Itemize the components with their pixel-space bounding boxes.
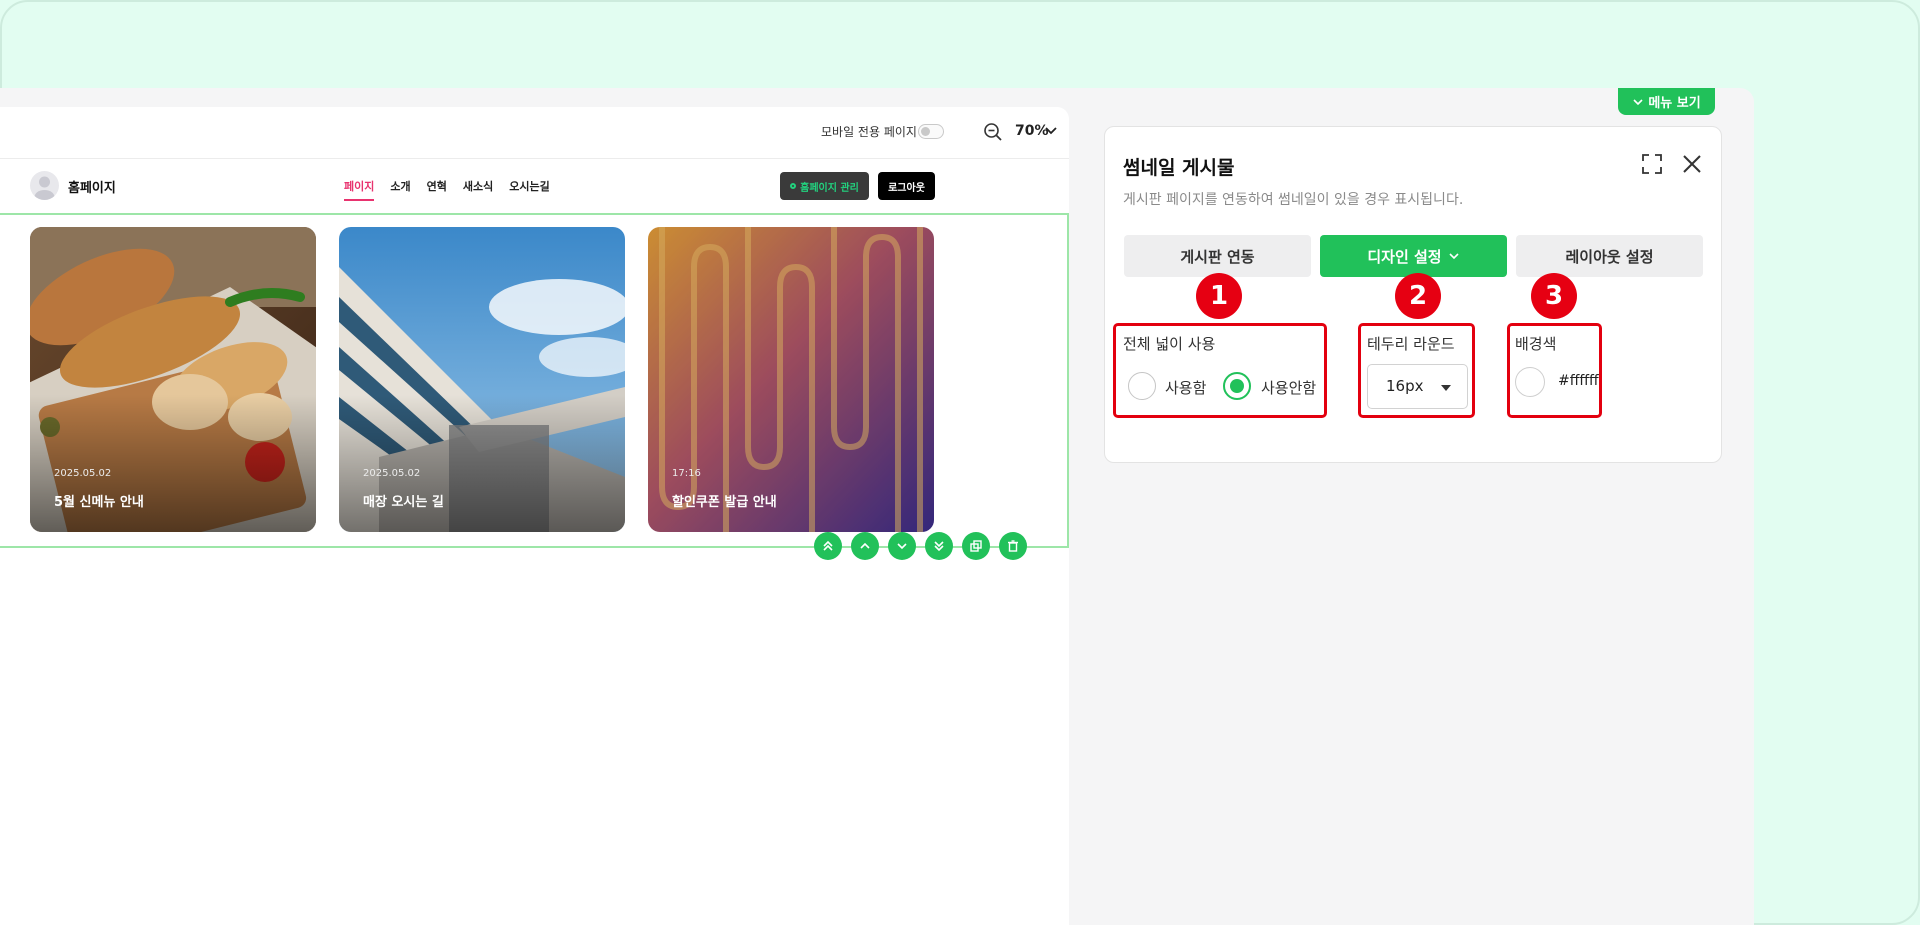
- site-name: 홈페이지: [68, 181, 116, 196]
- nav-item-history[interactable]: 연혁: [427, 178, 447, 201]
- expand-icon[interactable]: [1641, 153, 1663, 175]
- radio-not-use[interactable]: [1223, 372, 1251, 400]
- chevron-down-icon[interactable]: [1044, 124, 1058, 138]
- border-radius-value: 16px: [1386, 377, 1424, 395]
- panel-title: 썸네일 게시물: [1123, 157, 1235, 179]
- building-image: [339, 227, 625, 532]
- move-top-button[interactable]: [814, 532, 842, 560]
- menu-view-tab[interactable]: 메뉴 보기: [1618, 88, 1715, 115]
- copy-icon: [970, 540, 982, 552]
- nav-item-page[interactable]: 페이지: [344, 178, 375, 201]
- nav-item-news[interactable]: 새소식: [463, 178, 493, 201]
- mobile-only-label: 모바일 전용 페이지: [821, 125, 917, 139]
- delete-button[interactable]: [999, 532, 1027, 560]
- card-date: 2025.05.02: [54, 468, 112, 479]
- move-bottom-button[interactable]: [925, 532, 953, 560]
- chevron-down-icon: [897, 543, 907, 550]
- nav-item-directions[interactable]: 오시는길: [509, 178, 549, 201]
- double-chevron-down-icon: [934, 541, 944, 552]
- panel-subtitle: 게시판 페이지를 연동하여 썸네일이 있을 경우 표시됩니다.: [1123, 192, 1464, 208]
- thumbnail-card[interactable]: 2025.05.02 5월 신메뉴 안내: [30, 227, 316, 532]
- radio-use-label: 사용함: [1165, 379, 1207, 397]
- mobile-only-toggle[interactable]: [918, 124, 944, 139]
- gear-icon: [790, 183, 797, 189]
- move-down-button[interactable]: [888, 532, 916, 560]
- callout-badge-2: 2: [1395, 273, 1441, 319]
- close-icon[interactable]: [1681, 153, 1703, 175]
- full-width-label: 전체 넓이 사용: [1123, 335, 1216, 353]
- duplicate-button[interactable]: [962, 532, 990, 560]
- card-date: 2025.05.02: [363, 468, 421, 479]
- page-preview: 모바일 전용 페이지 70% 홈페이지 페이지 소개 연혁 새소식 오시는길 홈…: [0, 107, 1069, 925]
- border-radius-label: 테두리 라운드: [1367, 335, 1455, 353]
- radio-not-use-label: 사용안함: [1261, 379, 1317, 397]
- tab-board-link[interactable]: 게시판 연동: [1124, 235, 1311, 277]
- chevron-down-icon: [1633, 98, 1643, 105]
- thumbnail-card[interactable]: 17:16 할인쿠폰 발급 안내: [648, 227, 934, 532]
- card-title: 5월 신메뉴 안내: [54, 495, 144, 510]
- bg-color-value[interactable]: #ffffff: [1558, 373, 1599, 389]
- card-title: 할인쿠폰 발급 안내: [672, 495, 777, 510]
- section-controls: [814, 532, 1027, 560]
- zoom-out-icon[interactable]: [983, 122, 1003, 142]
- border-radius-select[interactable]: 16px: [1367, 364, 1468, 409]
- manage-homepage-button[interactable]: 홈페이지 관리: [780, 172, 869, 200]
- bg-color-label: 배경색: [1515, 335, 1557, 353]
- tab-layout-settings[interactable]: 레이아웃 설정: [1516, 235, 1703, 277]
- card-title: 매장 오시는 길: [363, 495, 444, 510]
- avatar: [30, 171, 59, 200]
- move-up-button[interactable]: [851, 532, 879, 560]
- tab-design-settings[interactable]: 디자인 설정: [1320, 235, 1507, 277]
- preview-toolbar: 모바일 전용 페이지 70%: [0, 107, 1069, 159]
- nav-item-about[interactable]: 소개: [390, 178, 410, 201]
- user-icon: [34, 176, 55, 200]
- logout-button[interactable]: 로그아웃: [878, 172, 935, 200]
- bread-image: [30, 227, 316, 532]
- card-date: 17:16: [672, 468, 701, 479]
- double-chevron-up-icon: [823, 540, 833, 551]
- chevron-down-icon: [1449, 253, 1459, 260]
- site-header: 홈페이지 페이지 소개 연혁 새소식 오시는길 홈페이지 관리 로그아웃: [0, 160, 1069, 212]
- callout-badge-3: 3: [1531, 273, 1577, 319]
- trash-icon: [1008, 540, 1018, 552]
- abstract-pattern-image: [648, 227, 934, 532]
- site-nav: 페이지 소개 연혁 새소식 오시는길: [344, 178, 550, 201]
- radio-use[interactable]: [1128, 372, 1156, 400]
- chevron-up-icon: [860, 542, 870, 549]
- caret-down-icon: [1441, 385, 1451, 391]
- callout-badge-1: 1: [1196, 273, 1242, 319]
- bg-color-swatch[interactable]: [1515, 367, 1545, 397]
- thumbnail-section[interactable]: 2025.05.02 5월 신메뉴 안내 2025.05.02 매장 오시는 길…: [0, 213, 1069, 548]
- thumbnail-card[interactable]: 2025.05.02 매장 오시는 길: [339, 227, 625, 532]
